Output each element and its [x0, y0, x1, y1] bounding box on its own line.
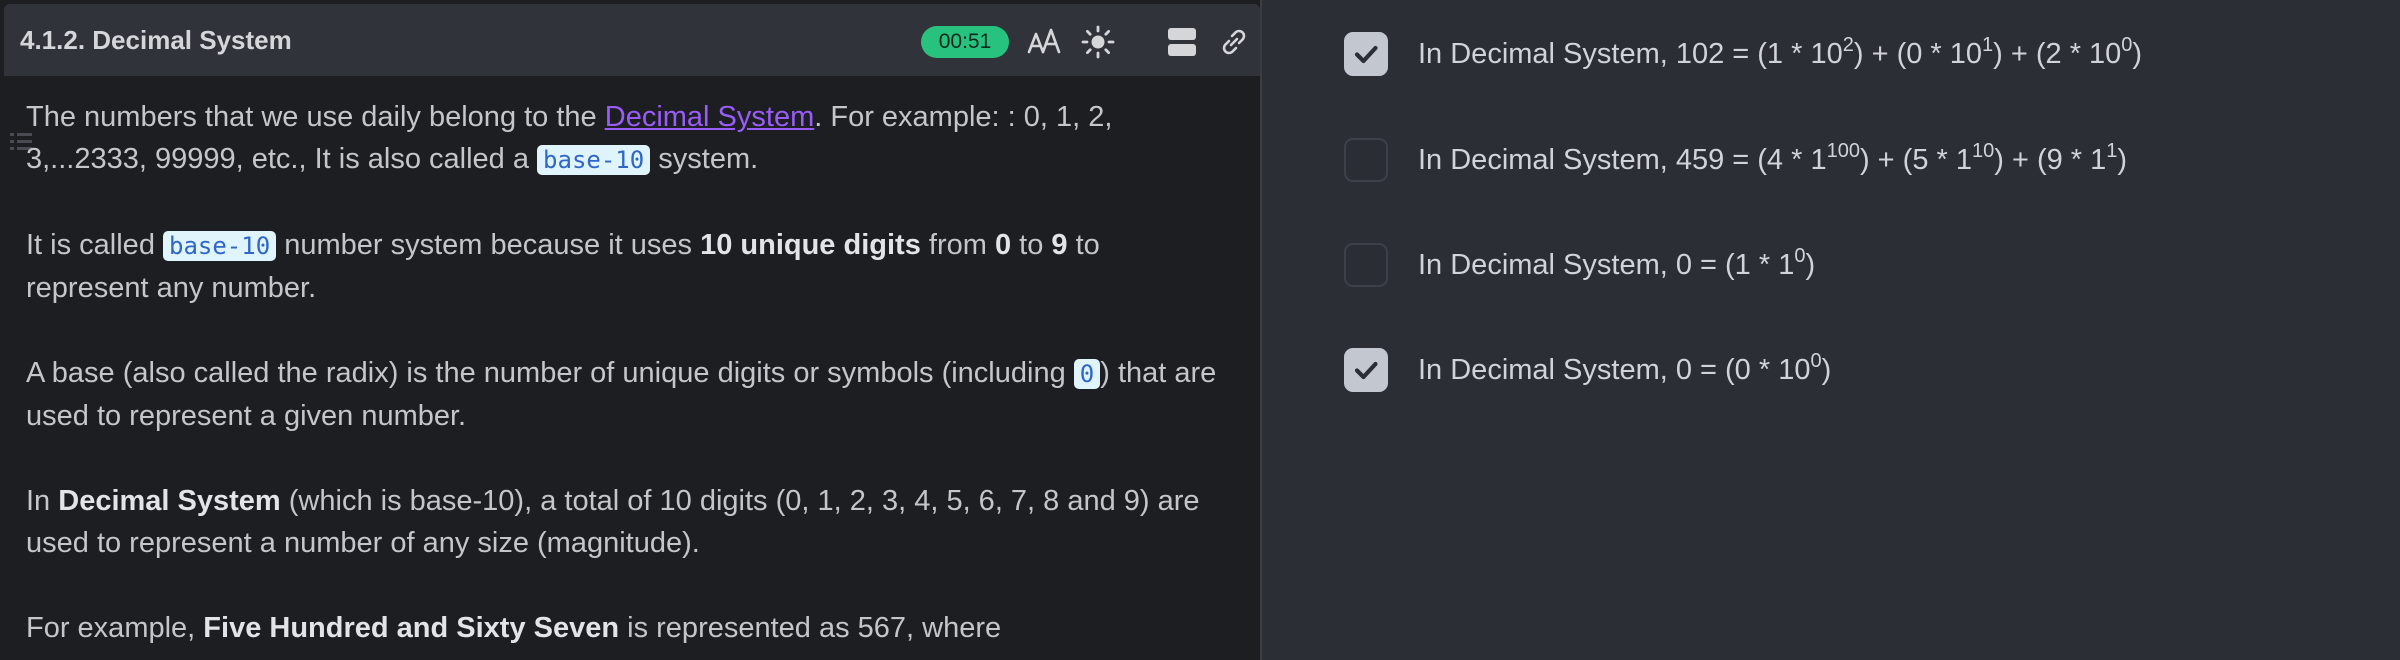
text: number system because it uses	[276, 229, 701, 261]
option-text: In Decimal System, 459 = (4 * 1100) + (5…	[1418, 140, 2128, 176]
paragraph-base10: It is called base-10 number system becau…	[26, 224, 1226, 309]
text: is represented as 567, where	[619, 612, 1002, 644]
checkmark-icon	[1354, 45, 1378, 64]
bold-text: Five Hundred and Sixty Seven	[203, 612, 620, 644]
lesson-header: 4.1.2. Decimal System 00:51	[4, 4, 1260, 76]
layout-icon[interactable]	[1164, 24, 1200, 60]
code-zero: 0	[1073, 359, 1101, 389]
quiz-panel: In Decimal System, 102 = (1 * 102) + (0 …	[1262, 0, 2400, 660]
paragraph-radix: A base (also called the radix) is the nu…	[26, 352, 1226, 437]
option-checkbox[interactable]	[1344, 243, 1388, 287]
text: It is called	[26, 229, 163, 261]
quiz-option[interactable]: In Decimal System, 459 = (4 * 1100) + (5…	[1302, 132, 2362, 192]
quiz-option[interactable]: In Decimal System, 0 = (0 * 100)	[1302, 342, 2362, 402]
text: to	[1011, 229, 1052, 261]
quiz-option[interactable]: In Decimal System, 102 = (1 * 102) + (0 …	[1302, 26, 2362, 86]
paragraph-digits: In Decimal System (which is base-10), a …	[26, 480, 1226, 564]
paragraph-intro: The numbers that we use daily belong to …	[26, 96, 1226, 181]
option-checkbox[interactable]	[1344, 138, 1388, 182]
bold-text: 0	[994, 229, 1012, 261]
text: from	[920, 229, 995, 261]
text: In	[26, 485, 59, 517]
bold-text: Decimal System	[58, 485, 281, 517]
code-base-10: base-10	[537, 145, 651, 175]
text: For example,	[26, 612, 204, 644]
timer-badge: 00:51	[921, 26, 1009, 58]
option-checkbox-checked[interactable]	[1344, 32, 1388, 76]
lesson-content: The numbers that we use daily belong to …	[26, 96, 1226, 660]
paragraph-example: For example, Five Hundred and Sixty Seve…	[26, 607, 1226, 649]
lesson-title: 4.1.2. Decimal System	[20, 25, 292, 55]
theme-sun-icon[interactable]	[1080, 24, 1116, 60]
link-icon[interactable]	[1216, 24, 1252, 60]
option-text: In Decimal System, 102 = (1 * 102) + (0 …	[1418, 34, 2143, 70]
text: The numbers that we use daily belong to …	[26, 101, 605, 133]
option-text: In Decimal System, 0 = (0 * 100)	[1418, 350, 1832, 386]
lesson-panel: 4.1.2. Decimal System 00:51 The numbers …	[0, 0, 1262, 660]
text: A base (also called the radix) is the nu…	[26, 357, 1074, 389]
bold-text: 9	[1051, 229, 1068, 261]
option-text: In Decimal System, 0 = (1 * 10)	[1418, 245, 1816, 281]
quiz-option[interactable]: In Decimal System, 0 = (1 * 10)	[1302, 237, 2362, 297]
font-size-icon[interactable]	[1026, 24, 1062, 60]
decimal-system-link[interactable]: Decimal System	[605, 101, 815, 133]
checkmark-icon	[1354, 361, 1378, 380]
option-checkbox-checked[interactable]	[1344, 348, 1388, 392]
code-base-10: base-10	[163, 231, 277, 261]
bold-text: 10 unique digits	[700, 229, 921, 261]
text: system.	[650, 143, 759, 175]
